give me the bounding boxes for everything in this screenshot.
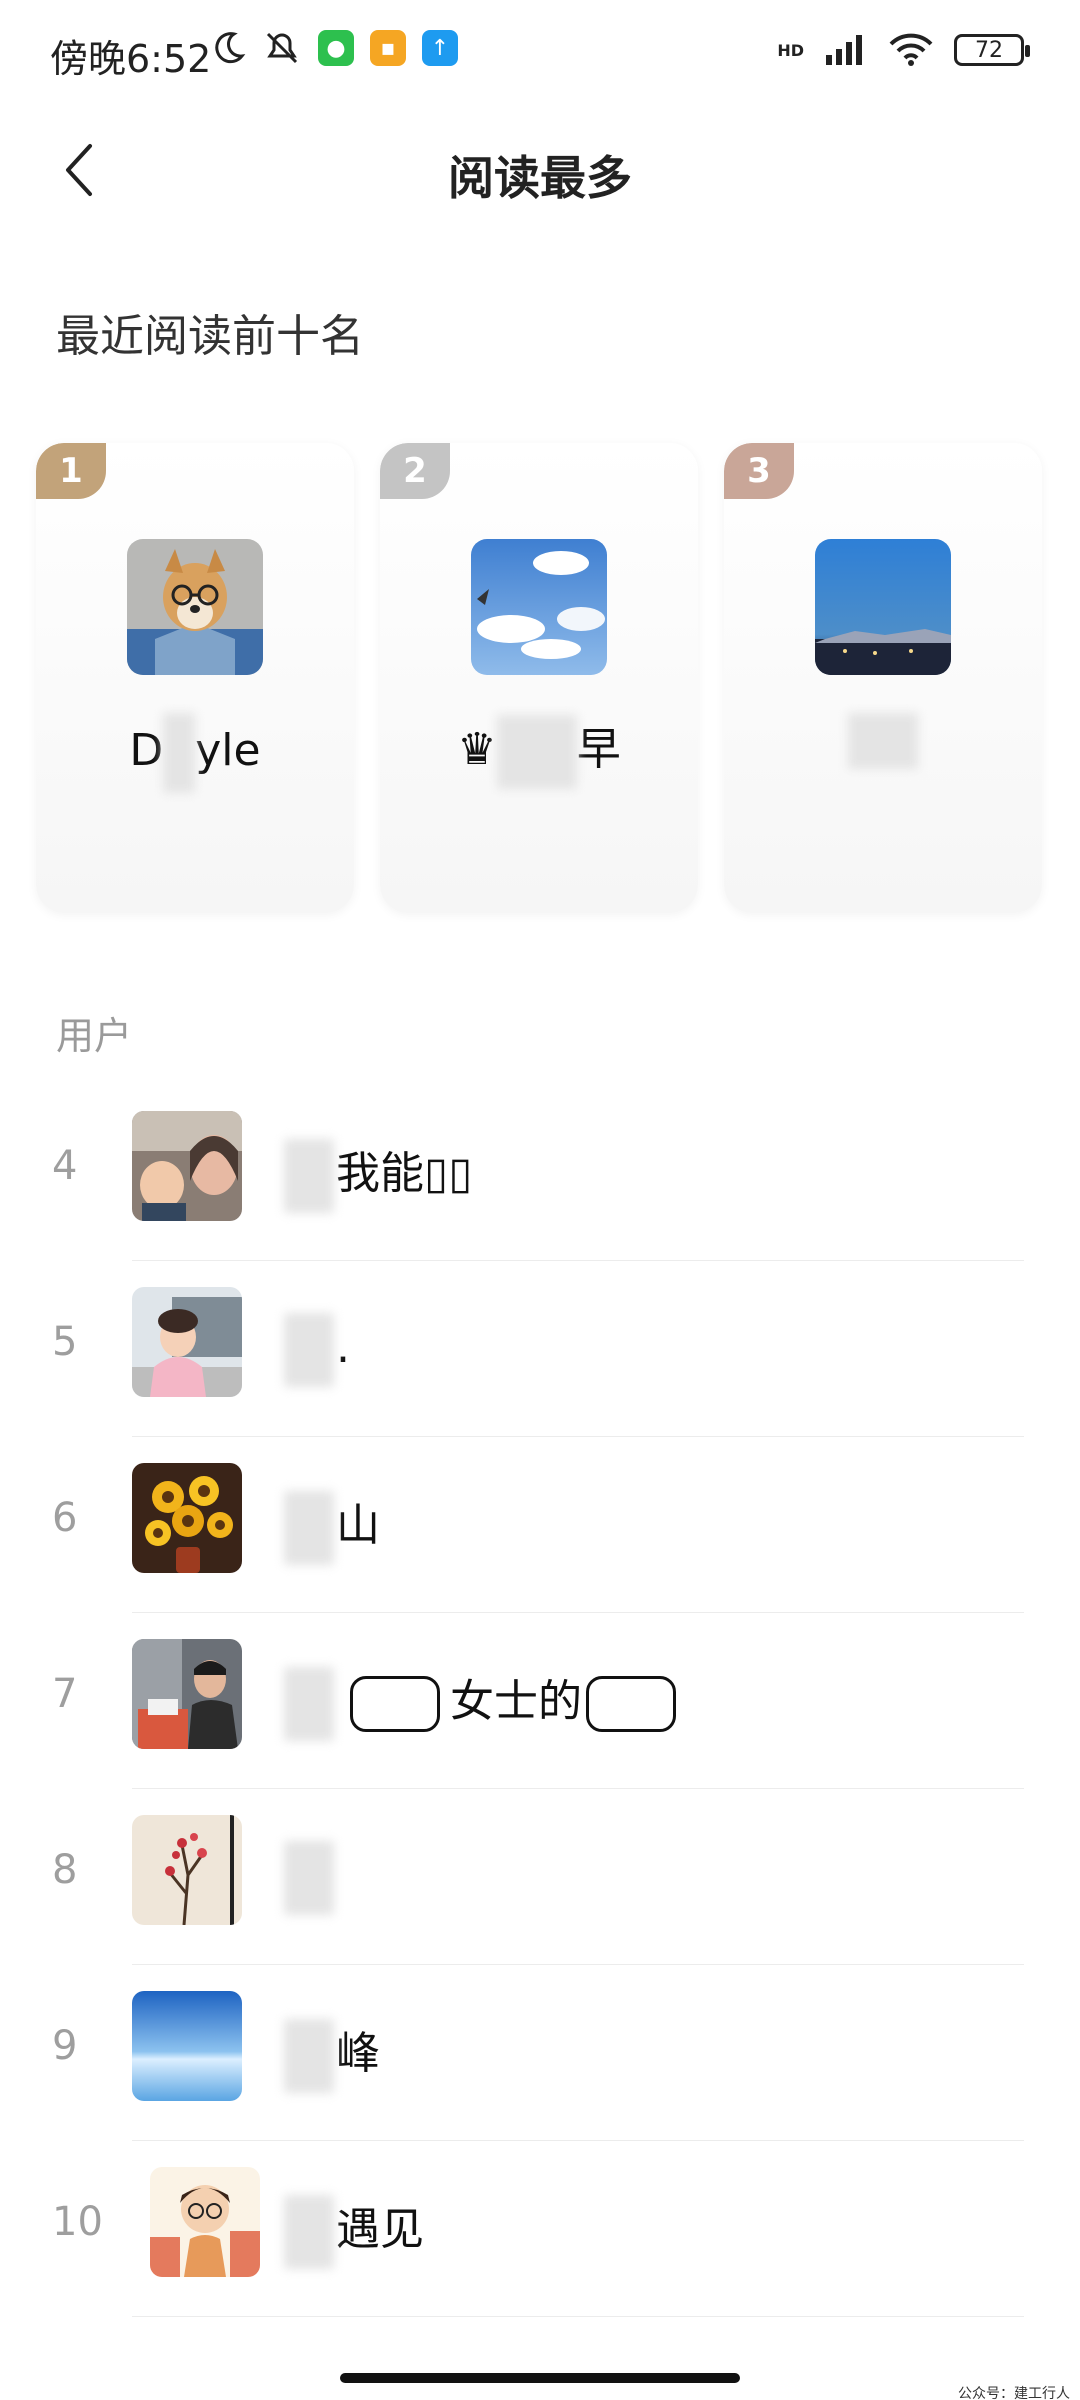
moon-icon [215, 32, 246, 64]
upload-app-icon: ↑ [422, 30, 458, 66]
rank-number: 9 [52, 2023, 78, 2069]
status-notification-icons: ● ▪ ↑ [210, 30, 458, 66]
card-name: ♛ 早 [380, 713, 698, 789]
avatar [132, 1287, 242, 1397]
list-item[interactable]: 6 山 [0, 1437, 1080, 1613]
status-time: 傍晚6:52 [50, 37, 212, 81]
status-system-icons: HD 72 [777, 32, 1030, 68]
wechat-icon: ● [318, 30, 354, 66]
rank-number: 10 [52, 2199, 103, 2245]
rank-number: 7 [52, 1671, 78, 1717]
avatar [471, 539, 607, 675]
rank-number: 8 [52, 1847, 78, 1893]
user-name: 峰 [284, 2017, 380, 2093]
card-name: Dyle [36, 713, 354, 793]
user-name: 我能▯▯ [284, 1137, 472, 1213]
rank-badge: 1 [36, 443, 106, 499]
list-item[interactable]: 4 我能▯▯ [0, 1085, 1080, 1261]
avatar [132, 1991, 242, 2101]
list-item[interactable]: 10 遇见 [0, 2141, 1080, 2317]
battery-icon: 72 [954, 34, 1030, 66]
divider [132, 2316, 1024, 2317]
list-item[interactable]: 8 [0, 1789, 1080, 1965]
rank-badge: 2 [380, 443, 450, 499]
user-list: 4 我能▯▯ 5 . 6 山 7 女士的 8 9 峰 10 遇见 [0, 1085, 1080, 2317]
rank-badge: 3 [724, 443, 794, 499]
list-item[interactable]: 7 女士的 [0, 1613, 1080, 1789]
top-card-3[interactable]: 3 [724, 443, 1042, 913]
user-name: . [284, 1313, 350, 1387]
rank-number: 5 [52, 1319, 78, 1365]
avatar [150, 2167, 260, 2277]
page-title: 阅读最多 [448, 151, 632, 205]
users-section-label: 用户 [56, 1014, 133, 1058]
signal-icon [826, 35, 862, 65]
wifi-icon [889, 33, 933, 66]
list-item[interactable]: 9 峰 [0, 1965, 1080, 2141]
top-card-1[interactable]: 1 Dyle [36, 443, 354, 913]
home-indicator[interactable] [340, 2373, 740, 2383]
user-name: 山 [284, 1489, 380, 1565]
avatar [127, 539, 263, 675]
rank-number: 6 [52, 1495, 78, 1541]
emoji-tag [350, 1676, 440, 1732]
avatar [132, 1639, 242, 1749]
top-ten-title: 最近阅读前十名 [56, 311, 364, 362]
avatar [132, 1111, 242, 1221]
gallery-app-icon: ▪ [370, 30, 406, 66]
top-three-cards: 1 Dyle 2 ♛ 早 3 [36, 443, 1046, 913]
user-name: 女士的 [284, 1665, 676, 1741]
rank-number: 4 [52, 1143, 78, 1189]
card-name [724, 713, 1042, 769]
list-item[interactable]: 5 . [0, 1261, 1080, 1437]
header: 阅读最多 [0, 110, 1080, 230]
emoji-tag [586, 1676, 676, 1732]
watermark: 公众号：建工行人 [958, 2386, 1070, 2400]
avatar [132, 1815, 242, 1925]
avatar [815, 539, 951, 675]
hd-label: HD [777, 40, 804, 60]
top-card-2[interactable]: 2 ♛ 早 [380, 443, 698, 913]
status-bar: 傍晚6:52 ● ▪ ↑ HD 72 [0, 0, 1080, 100]
user-name [284, 1841, 336, 1915]
user-name: 遇见 [284, 2193, 424, 2269]
avatar [132, 1463, 242, 1573]
mute-icon [266, 32, 298, 64]
